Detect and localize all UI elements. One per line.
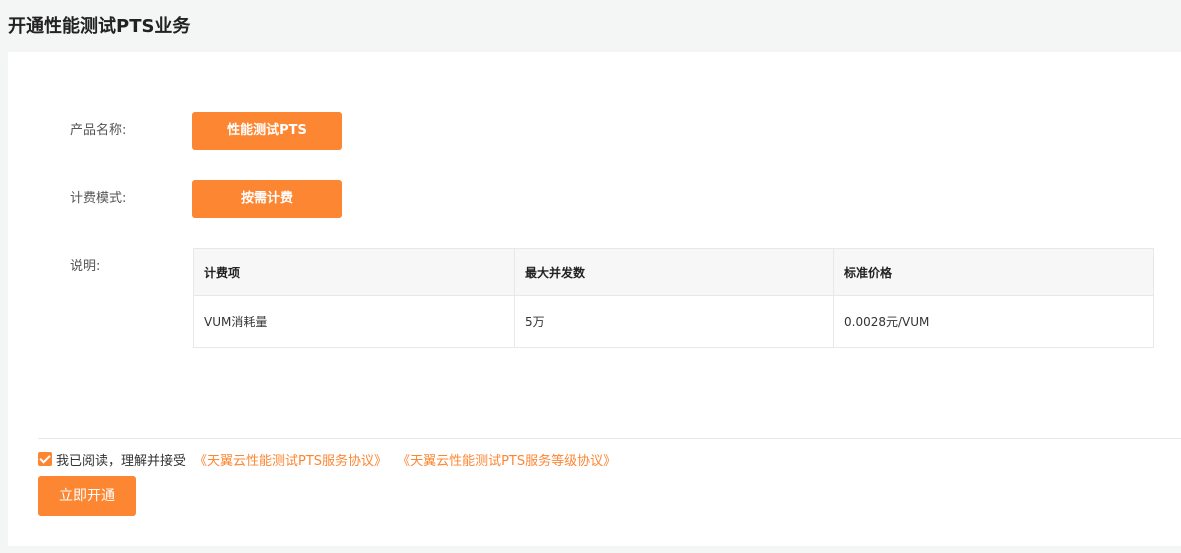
table-cell-billing-item: VUM消耗量: [193, 295, 515, 348]
page-title: 开通性能测试PTS业务: [8, 16, 191, 37]
billing-mode-label: 计费模式:: [70, 191, 127, 206]
table-cell-max-concurrency: 5万: [514, 295, 834, 348]
activate-now-button[interactable]: 立即开通: [38, 476, 136, 516]
check-icon: [39, 452, 51, 464]
section-divider: [38, 438, 1181, 439]
agreement-text: 我已阅读，理解并接受: [56, 453, 187, 469]
table-header-max-concurrency: 最大并发数: [514, 248, 834, 296]
agreement-checkbox[interactable]: [38, 452, 52, 466]
table-header-row: 计费项 最大并发数 标准价格: [193, 248, 1154, 296]
product-name-label: 产品名称:: [70, 123, 127, 138]
table-header-billing-item: 计费项: [193, 248, 515, 296]
description-label: 说明:: [70, 259, 101, 274]
pricing-table: 计费项 最大并发数 标准价格 VUM消耗量 5万 0.0028元/VUM: [193, 248, 1154, 348]
sla-agreement-link[interactable]: 《天翼云性能测试PTS服务等级协议》: [397, 450, 616, 469]
billing-mode-option-button[interactable]: 按需计费: [192, 180, 342, 218]
service-agreement-link[interactable]: 《天翼云性能测试PTS服务协议》: [194, 450, 387, 469]
agreement-row: 我已阅读，理解并接受 《天翼云性能测试PTS服务协议》 《天翼云性能测试PTS服…: [38, 450, 616, 469]
main-panel: 产品名称: 性能测试PTS 计费模式: 按需计费 说明: 计费项 最大并发数 标…: [8, 52, 1181, 546]
table-row: VUM消耗量 5万 0.0028元/VUM: [193, 295, 1154, 348]
table-cell-standard-price: 0.0028元/VUM: [833, 295, 1154, 348]
product-option-button[interactable]: 性能测试PTS: [192, 112, 342, 150]
table-header-standard-price: 标准价格: [833, 248, 1154, 296]
